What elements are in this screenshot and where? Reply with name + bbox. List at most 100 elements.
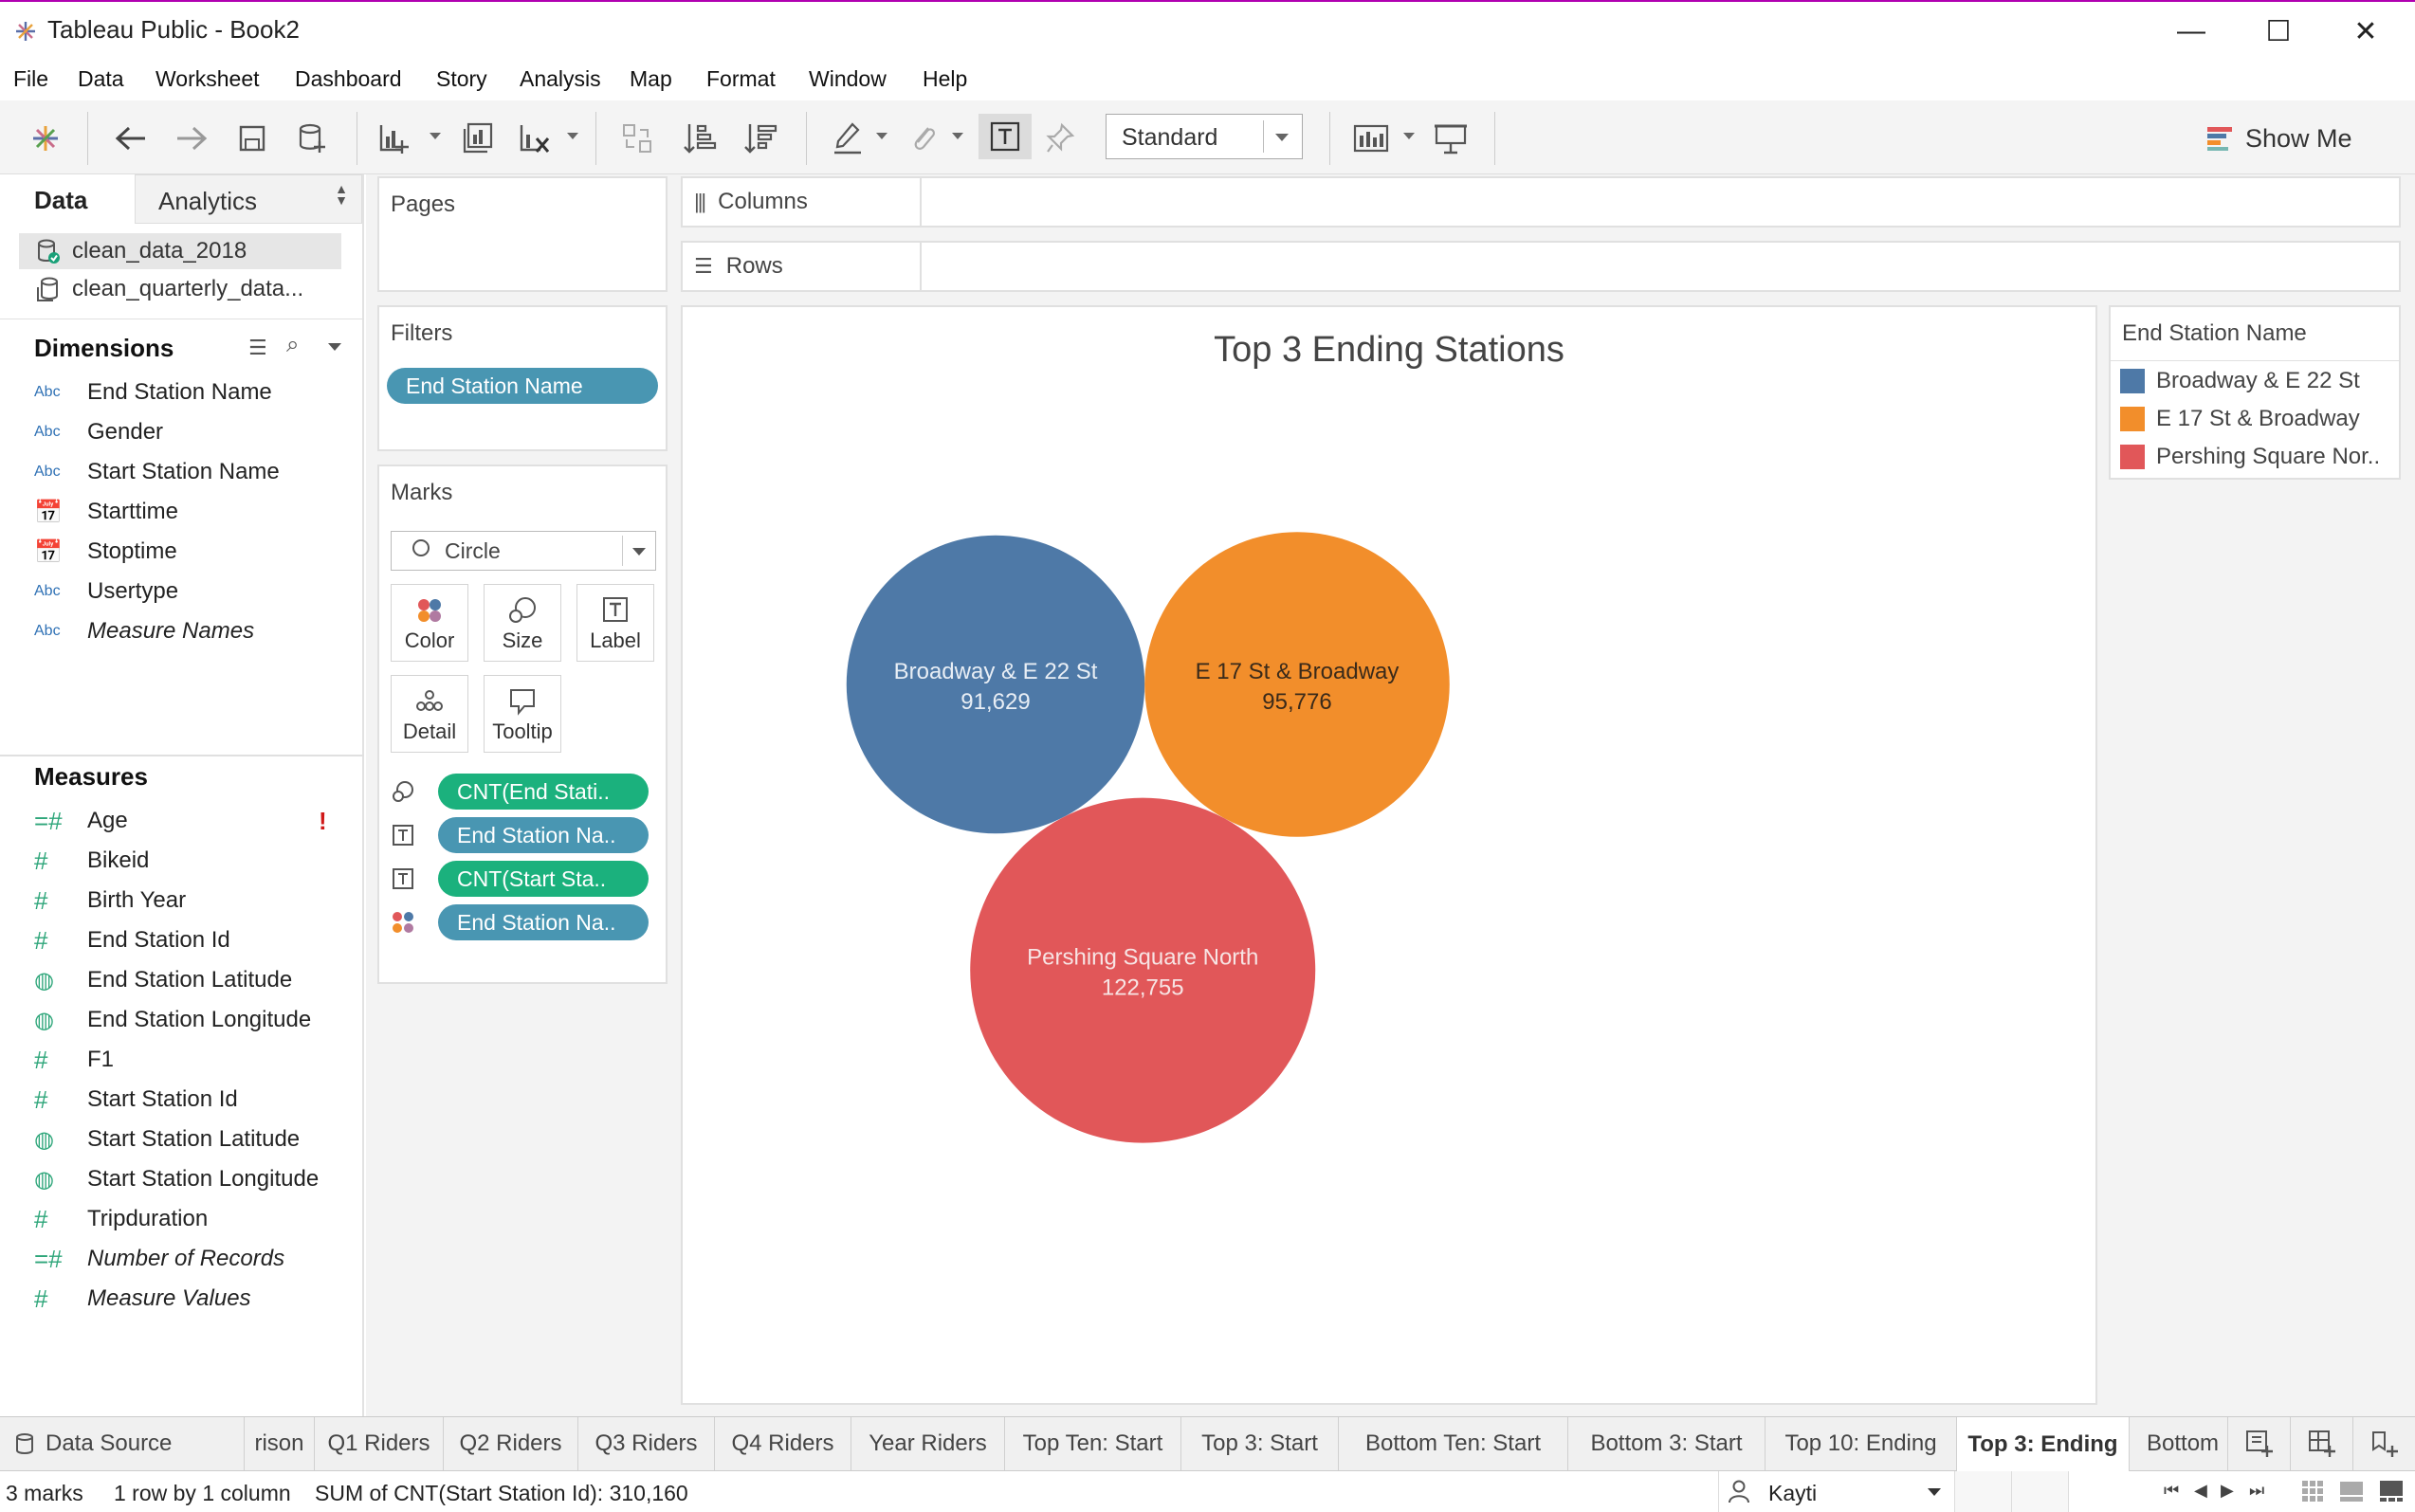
filters-card[interactable]: Filters End Station Name: [377, 305, 668, 451]
field-bikeid[interactable]: # Bikeid: [34, 842, 357, 880]
view-list-icon[interactable]: ☰: [248, 336, 267, 360]
menu-story[interactable]: Story: [436, 66, 487, 92]
fit-select[interactable]: Standard: [1106, 114, 1303, 159]
field-age[interactable]: =# Age!: [34, 802, 357, 840]
sheet-tab[interactable]: Q3 Riders: [578, 1417, 715, 1470]
field-tripduration[interactable]: # Tripduration: [34, 1200, 357, 1238]
sheet-tab[interactable]: Top Ten: Start: [1005, 1417, 1181, 1470]
marks-pill-cnt-start-station[interactable]: CNT(Start Sta..: [438, 861, 649, 897]
field-start-station-longitude[interactable]: ◍ Start Station Longitude: [34, 1160, 357, 1198]
menu-dashboard[interactable]: Dashboard: [295, 66, 402, 92]
legend-item-broadway[interactable]: Broadway & E 22 St: [2120, 366, 2360, 396]
tab-data[interactable]: Data: [0, 174, 133, 224]
field-start-station-id[interactable]: # Start Station Id: [34, 1081, 357, 1119]
new-worksheet-icon[interactable]: [374, 118, 415, 159]
sheet-tab[interactable]: Year Riders: [851, 1417, 1005, 1470]
search-icon[interactable]: ⌕: [286, 332, 299, 358]
marks-size-button[interactable]: Size: [484, 584, 561, 662]
legend-item-pershing[interactable]: Pershing Square Nor..: [2120, 442, 2380, 472]
bubble-mark[interactable]: [846, 535, 1145, 834]
sheet-tab[interactable]: rison: [245, 1417, 315, 1470]
sheet-tab[interactable]: Bottom 3: Start: [1568, 1417, 1766, 1470]
new-story-tab-icon[interactable]: [2353, 1417, 2415, 1470]
marks-pill-end-station-name-label[interactable]: End Station Na..: [438, 817, 649, 853]
field-end-station-latitude[interactable]: ◍ End Station Latitude: [34, 961, 357, 999]
fix-axes-icon[interactable]: [1039, 118, 1081, 159]
sheet-tab[interactable]: Top 3: Start: [1181, 1417, 1339, 1470]
tab-analytics[interactable]: Analytics ▲ ▼: [135, 174, 362, 224]
field-gender[interactable]: Abc Gender: [34, 413, 357, 451]
chevron-down-icon[interactable]: [328, 343, 341, 351]
sheet-tab[interactable]: Bottom: [2130, 1417, 2228, 1470]
show-me-button[interactable]: Show Me: [2205, 119, 2352, 157]
tableau-start-icon[interactable]: [25, 118, 66, 159]
field-measure-values[interactable]: # Measure Values: [34, 1280, 357, 1318]
menu-analysis[interactable]: Analysis: [520, 66, 601, 92]
sheet-tab[interactable]: Q4 Riders: [715, 1417, 851, 1470]
sort-ascending-icon[interactable]: [679, 118, 721, 159]
bubble-mark[interactable]: [1144, 532, 1450, 837]
first-sheet-icon[interactable]: ⏮: [2164, 1481, 2179, 1501]
sheet-tab[interactable]: Q2 Riders: [444, 1417, 578, 1470]
new-dashboard-tab-icon[interactable]: [2291, 1417, 2353, 1470]
legend-item-e17[interactable]: E 17 St & Broadway: [2120, 404, 2360, 434]
marks-tooltip-button[interactable]: Tooltip: [484, 675, 561, 753]
undo-icon[interactable]: [110, 118, 152, 159]
field-f1[interactable]: # F1: [34, 1041, 357, 1079]
redo-icon[interactable]: [171, 118, 212, 159]
clear-sheet-icon[interactable]: [514, 118, 556, 159]
menu-window[interactable]: Window: [809, 66, 887, 92]
field-birth-year[interactable]: # Birth Year: [34, 882, 357, 920]
datasource-clean-data-2018[interactable]: clean_data_2018: [19, 233, 341, 269]
presentation-mode-icon[interactable]: [1430, 118, 1472, 159]
save-icon[interactable]: [231, 118, 273, 159]
show-sheet-sorter-icon[interactable]: [2300, 1479, 2325, 1509]
last-sheet-icon[interactable]: ⏭: [2249, 1481, 2264, 1501]
group-members-icon[interactable]: [903, 118, 944, 159]
field-usertype[interactable]: Abc Usertype: [34, 573, 357, 610]
close-button[interactable]: ✕: [2323, 8, 2408, 55]
mark-type-select[interactable]: Circle: [391, 531, 656, 571]
show-mark-labels-icon[interactable]: [979, 114, 1032, 159]
menu-help[interactable]: Help: [923, 66, 967, 92]
field-end-station-id[interactable]: # End Station Id: [34, 921, 357, 959]
sheet-tab[interactable]: Top 10: Ending: [1766, 1417, 1957, 1470]
show-tabs-icon[interactable]: [2378, 1479, 2405, 1509]
new-worksheet-tab-icon[interactable]: [2228, 1417, 2291, 1470]
menu-file[interactable]: File: [13, 66, 48, 92]
rows-shelf[interactable]: ☰ Rows: [681, 241, 2401, 292]
duplicate-sheet-icon[interactable]: [457, 118, 499, 159]
previous-sheet-icon[interactable]: ◀: [2194, 1481, 2207, 1501]
menu-data[interactable]: Data: [78, 66, 124, 92]
menu-map[interactable]: Map: [630, 66, 672, 92]
field-stoptime[interactable]: 📅 Stoptime: [34, 533, 357, 571]
datasource-clean-quarterly[interactable]: clean_quarterly_data...: [19, 271, 341, 307]
filter-pill-end-station-name[interactable]: End Station Name: [387, 368, 658, 404]
pages-card[interactable]: Pages: [377, 176, 668, 292]
marks-pill-end-station-name-color[interactable]: End Station Na..: [438, 904, 649, 940]
field-number-of-records[interactable]: =# Number of Records: [34, 1240, 357, 1278]
marks-pill-cnt-end-station[interactable]: CNT(End Stati..: [438, 774, 649, 810]
highlight-icon[interactable]: [827, 118, 869, 159]
sheet-tab[interactable]: Q1 Riders: [315, 1417, 444, 1470]
swap-rows-columns-icon[interactable]: [616, 118, 658, 159]
sort-descending-icon[interactable]: [740, 118, 781, 159]
menu-format[interactable]: Format: [706, 66, 776, 92]
marks-color-button[interactable]: Color: [391, 584, 468, 662]
marks-label-button[interactable]: Label: [576, 584, 654, 662]
field-end-station-longitude[interactable]: ◍ End Station Longitude: [34, 1001, 357, 1039]
next-sheet-icon[interactable]: ▶: [2221, 1481, 2234, 1501]
sheet-tab-active[interactable]: Top 3: Ending: [1957, 1417, 2130, 1471]
sheet-tab[interactable]: Bottom Ten: Start: [1339, 1417, 1568, 1470]
new-datasource-icon[interactable]: [292, 118, 334, 159]
user-menu[interactable]: Kayti: [1718, 1471, 1955, 1512]
menu-worksheet[interactable]: Worksheet: [156, 66, 260, 92]
show-cards-icon[interactable]: [1350, 118, 1392, 159]
field-starttime[interactable]: 📅 Starttime: [34, 493, 357, 531]
field-end-station-name[interactable]: Abc End Station Name: [34, 373, 357, 411]
show-filmstrip-icon[interactable]: [2338, 1479, 2365, 1509]
data-source-tab[interactable]: Data Source: [0, 1417, 245, 1470]
marks-detail-button[interactable]: Detail: [391, 675, 468, 753]
maximize-button[interactable]: ☐: [2236, 8, 2321, 55]
field-start-station-latitude[interactable]: ◍ Start Station Latitude: [34, 1120, 357, 1158]
